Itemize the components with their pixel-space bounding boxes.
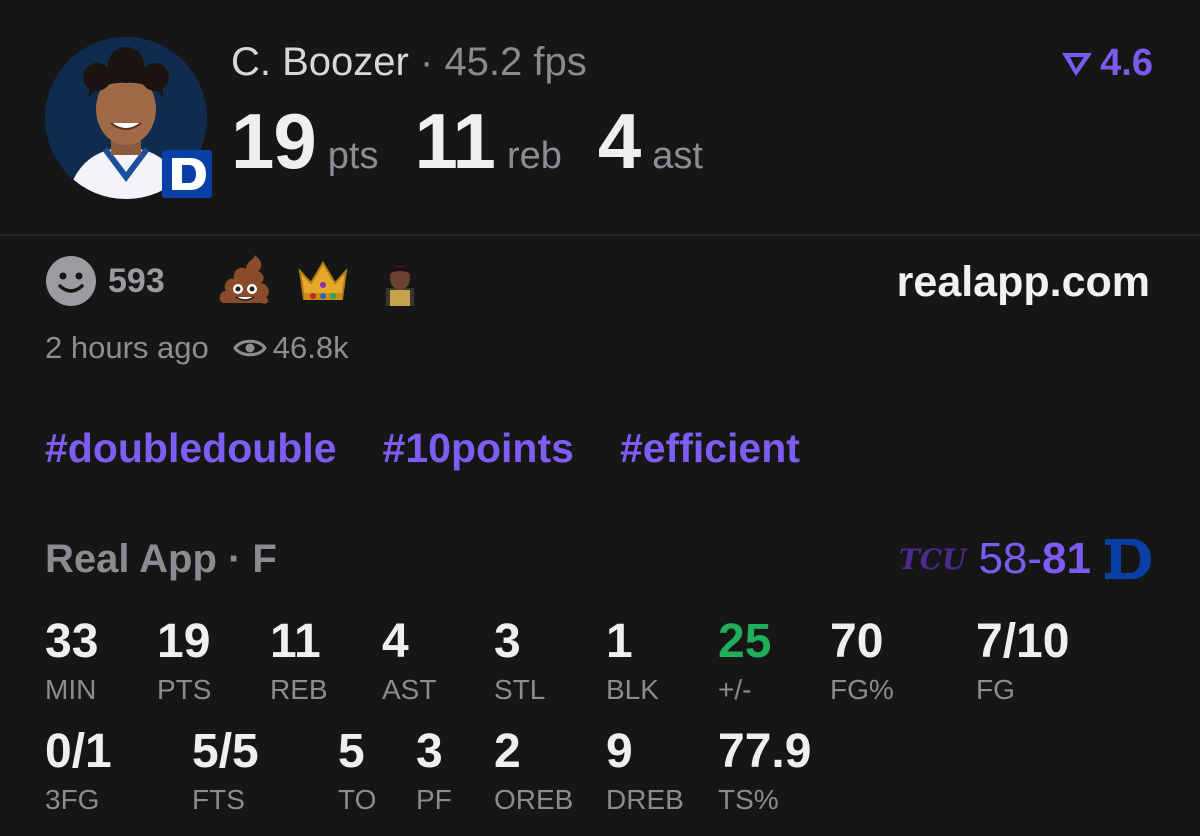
player-header: C. Boozer · 45.2 fps [231,40,587,85]
stat-value: 5/5 [192,725,259,778]
stat-label: PF [416,784,452,815]
stat-dreb: 9 DREB [606,726,684,816]
stat-label: REB [270,674,328,705]
stat-value: 0/1 [45,725,112,778]
stat-value: 77.9 [718,725,812,778]
stat-fts: 5/5 FTS [192,726,259,816]
reaction-count: 593 [108,262,165,300]
stat-label: OREB [494,784,574,815]
stat-label: FG [976,674,1015,705]
stat-blk: 1 BLK [606,616,659,706]
rating-badge[interactable]: 4.6 [1060,42,1153,85]
site-url[interactable]: realapp.com [897,258,1150,307]
stat-label: 3FG [45,784,100,815]
crown-emoji[interactable] [297,255,349,319]
stat-label: +/- [718,674,752,705]
smiley-reaction-icon[interactable] [45,255,97,307]
stat-label: PTS [157,674,212,705]
stat-label: MIN [45,674,97,705]
stat-pf: 3 PF [416,726,452,816]
real-logo-icon [1062,52,1093,76]
stat-value: 2 [494,725,521,778]
stat-value: 7/10 [976,615,1070,668]
divider [0,234,1200,236]
hashtag[interactable]: #doubledouble [45,425,337,472]
duke-logo-icon [158,148,214,200]
stat-value: 5 [338,725,365,778]
stat-fg-pct: 70 FG% [830,616,894,706]
score-dash: - [1027,534,1043,583]
stat-to: 5 TO [338,726,376,816]
stat-3fg: 0/1 3FG [45,726,112,816]
stat-value: 4 [382,615,409,668]
stat-label: FTS [192,784,245,815]
stat-pts: 19 PTS [157,616,211,706]
game-score[interactable]: TCU 58-81 [899,534,1153,584]
hashtag[interactable]: #10points [383,425,574,472]
stat-label: STL [494,674,546,705]
stat-label: TO [338,784,377,815]
stat-value: 11 [270,615,321,668]
stat-value: 1 [606,615,633,668]
pile-of-poo-emoji[interactable] [218,255,272,319]
stat-label: TS% [718,784,779,815]
ast-value: 4 [597,97,641,185]
separator: · [419,40,434,84]
stat-ast: 4 AST [382,616,436,706]
stat-stl: 3 STL [494,616,545,706]
stat-oreb: 2 OREB [494,726,573,816]
eye-icon [232,339,267,357]
duke-logo-icon [1105,539,1151,579]
stat-label: DREB [606,784,684,815]
home-score: 81 [1042,534,1091,583]
hashtag[interactable]: #efficient [620,425,800,472]
player-fps: 45.2 fps [444,40,587,84]
reb-value: 11 [414,97,495,185]
stat-label: FG% [830,674,894,705]
stat-fg: 7/10 FG [976,616,1069,706]
stat-value: 25 [718,615,772,668]
reb-unit: reb [506,135,562,177]
stat-min: 33 MIN [45,616,98,706]
player-emoji[interactable] [378,262,422,318]
pts-unit: pts [327,135,379,177]
post-meta: 2 hours ago 46.8k [45,330,349,366]
hashtag-list: #doubledouble #10points #efficient [45,425,800,472]
stat-label: BLK [606,674,659,705]
post-time: 2 hours ago [45,330,209,365]
pts-value: 19 [231,97,317,185]
view-count: 46.8k [272,330,349,365]
stat-value: 3 [416,725,443,778]
league-position: Real App · F [45,537,277,581]
player-name[interactable]: C. Boozer [231,40,409,84]
ast-unit: ast [652,135,703,177]
tcu-logo-icon: TCU [898,542,967,576]
stat-value: 3 [494,615,521,668]
stat-ts-pct: 77.9 TS% [718,726,811,816]
score-text: 58-81 [978,534,1091,584]
stat-value: 70 [830,615,884,668]
rating-value: 4.6 [1100,42,1153,84]
stat-value: 33 [45,615,99,668]
stat-plus-minus: 25 +/- [718,616,771,706]
stat-value: 19 [157,615,211,668]
stat-reb: 11 REB [270,616,328,706]
headline-stats: 19 pts 11 reb 4 ast [231,96,739,187]
away-score: 58 [978,534,1028,583]
stat-label: AST [382,674,437,705]
stat-value: 9 [606,725,633,778]
